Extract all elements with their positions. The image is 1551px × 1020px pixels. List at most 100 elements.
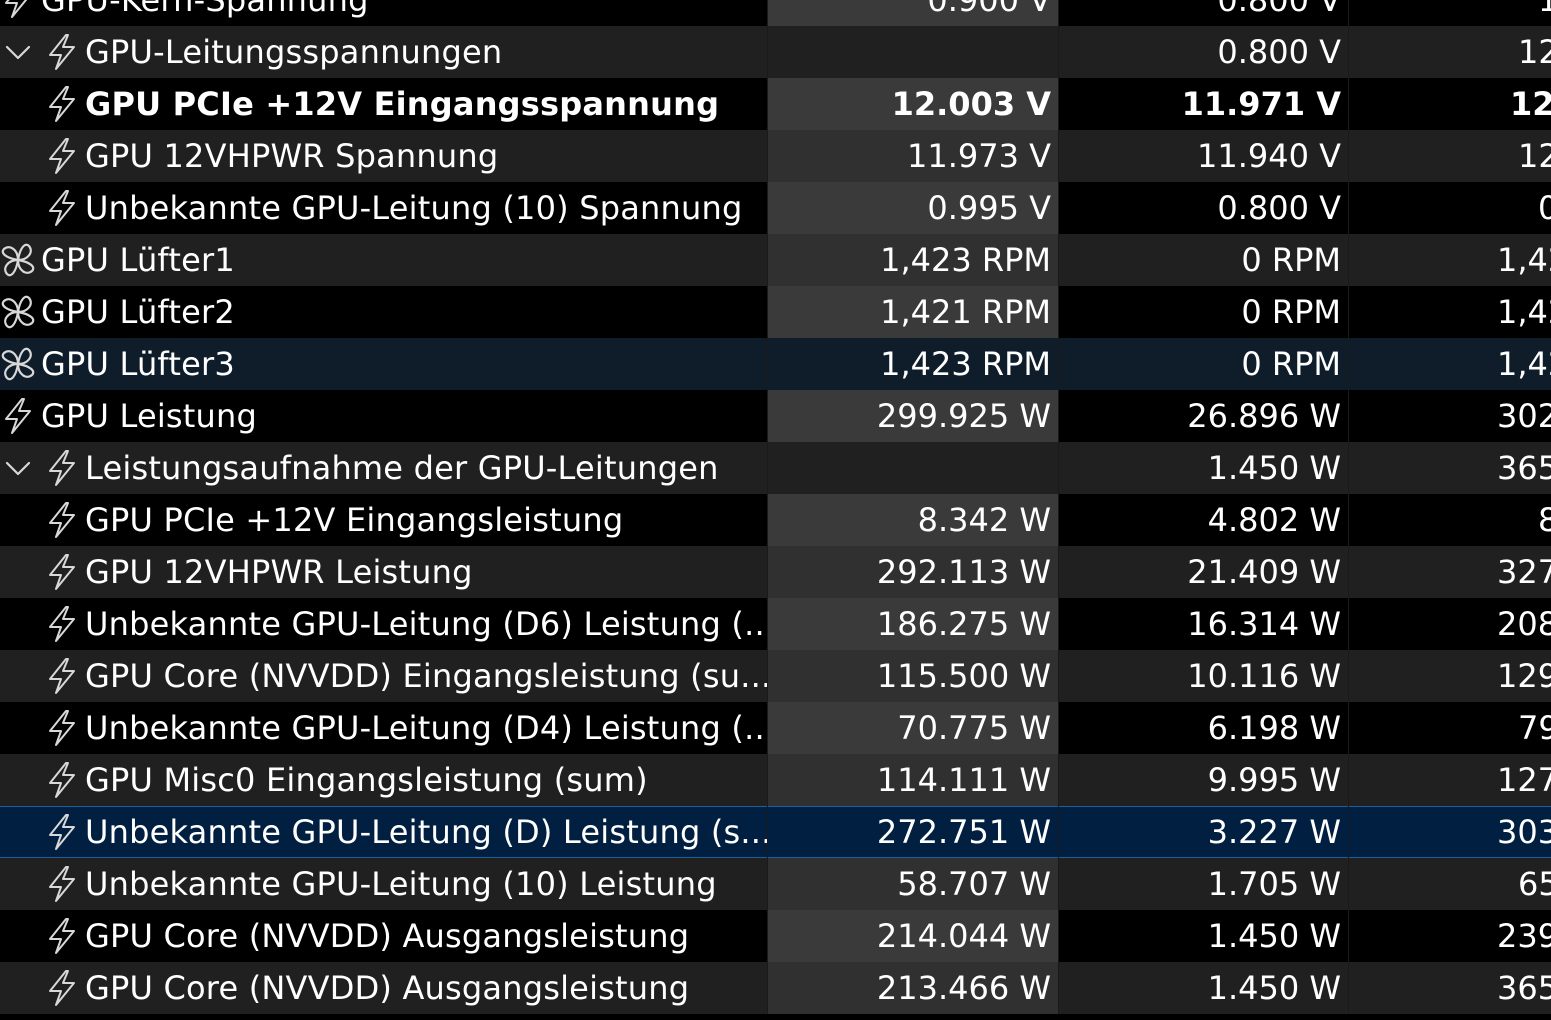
sensor-name-cell: GPU Core (NVVDD) Ausgangsleistung [0, 962, 767, 1014]
bolt-icon [42, 136, 82, 176]
sensor-row[interactable]: GPU Core (NVVDD) Eingangsleistung (su...… [0, 650, 1551, 702]
sensor-row[interactable]: GPU Lüfter3 1,423 RPM0 RPM 1,426 [0, 338, 1551, 390]
maximum-value: 12.0 [1348, 78, 1551, 130]
current-value: 115.500 W [767, 650, 1058, 702]
sensor-name-cell: GPU Lüfter1 [0, 234, 767, 286]
sensor-label: GPU-Kern-Spannung [41, 0, 369, 19]
sensor-name-cell: GPU PCIe +12V Eingangsspannung [0, 78, 767, 130]
sensor-row[interactable]: Unbekannte GPU-Leitung (D6) Leistung (..… [0, 598, 1551, 650]
sensor-row[interactable]: GPU-Kern-Spannung 0.900 V0.800 V 1.0 [0, 0, 1551, 26]
sensor-name-cell: GPU 12VHPWR Spannung [0, 130, 767, 182]
current-value: 272.751 W [767, 806, 1058, 858]
sensor-row[interactable]: GPU Leistung 299.925 W26.896 W 302.3 [0, 390, 1551, 442]
maximum-value-text: 1.0 [1538, 0, 1551, 26]
maximum-value: 12.0 [1348, 26, 1551, 78]
sensor-row[interactable]: Unbekannte GPU-Leitung (D) Leistung (s..… [0, 806, 1551, 858]
sensor-row[interactable]: GPU Lüfter2 1,421 RPM0 RPM 1,424 [0, 286, 1551, 338]
sensor-row[interactable]: GPU PCIe +12V Eingangsleistung 8.342 W 4.8… [0, 494, 1551, 546]
sensor-label: GPU Lüfter2 [41, 293, 235, 331]
maximum-value: 1,426 [1348, 338, 1551, 390]
maximum-value-text: 0.9 [1538, 182, 1551, 234]
maximum-value-text: 239.4 [1497, 917, 1551, 955]
sensor-row[interactable]: GPU PCIe +12V Eingangsspannung 12.003 V 11… [0, 78, 1551, 130]
sensor-label: GPU Leistung [41, 397, 258, 435]
minimum-value: 1.450 W [1058, 442, 1348, 494]
maximum-value: 208.2 [1348, 598, 1551, 650]
sensor-name-cell: GPU PCIe +12V Eingangsleistung [0, 494, 767, 546]
maximum-value-text: 365.7 [1497, 449, 1551, 487]
sensor-row[interactable]: Leistungsaufnahme der GPU-Leitungen 1.450… [0, 442, 1551, 494]
current-value [767, 26, 1058, 78]
maximum-value: 12.0 [1348, 130, 1551, 182]
sensor-name-cell: GPU Misc0 Eingangsleistung (sum) [0, 754, 767, 806]
current-value: 213.466 W [767, 962, 1058, 1014]
sensor-row[interactable]: GPU Core (NVVDD) Ausgangsleistung 213.466… [0, 962, 1551, 1014]
maximum-value: 65.7 [1348, 858, 1551, 910]
minimum-value: 6.198 W [1058, 702, 1348, 754]
maximum-value: 129.1 [1348, 650, 1551, 702]
sensor-row[interactable]: GPU Lüfter1 1,423 RPM0 RPM 1,424 [0, 234, 1551, 286]
current-value: 12.003 V [767, 78, 1058, 130]
maximum-value: 8.6 [1348, 494, 1551, 546]
bolt-icon [42, 552, 82, 592]
maximum-value: 365.7 [1348, 442, 1551, 494]
current-value: 70.775 W [767, 702, 1058, 754]
sensor-label: GPU Misc0 Eingangsleistung (sum) [85, 761, 648, 799]
minimum-value: 11.971 V [1058, 78, 1348, 130]
sensor-row[interactable]: GPU-Leitungsspannungen 0.800 V 12.0 [0, 26, 1551, 78]
minimum-value: 3.227 W [1058, 806, 1348, 858]
minimum-value: 9.995 W [1058, 754, 1348, 806]
maximum-value-text: 1,424 [1497, 241, 1551, 279]
maximum-value-text: 12.0 [1518, 137, 1551, 175]
sensor-row[interactable]: GPU 12VHPWR Spannung 11.973 V11.940 V 12.0 [0, 130, 1551, 182]
maximum-value: 127.5 [1348, 754, 1551, 806]
bolt-icon [0, 396, 38, 436]
sensor-name-cell: Unbekannte GPU-Leitung (10) Leistung [0, 858, 767, 910]
sensor-row[interactable]: GPU 12VHPWR Leistung 292.113 W21.409 W 327… [0, 546, 1551, 598]
maximum-value: 1.0 [1348, 0, 1551, 26]
current-value: 299.925 W [767, 390, 1058, 442]
bolt-icon [42, 604, 82, 644]
sensor-label: GPU 12VHPWR Spannung [85, 137, 499, 175]
bolt-icon [42, 864, 82, 904]
maximum-value-text: 65.7 [1518, 865, 1551, 903]
current-value: 8.342 W [767, 494, 1058, 546]
current-value: 114.111 W [767, 754, 1058, 806]
minimum-value: 0 RPM [1058, 338, 1348, 390]
sensor-name-cell: GPU Lüfter3 [0, 338, 767, 390]
minimum-value: 1.450 W [1058, 962, 1348, 1014]
sensor-row[interactable]: GPU Misc0 Eingangsleistung (sum) 114.111 … [0, 754, 1551, 806]
maximum-value-text: 127.5 [1497, 761, 1551, 799]
current-value: 0.995 V [767, 182, 1058, 234]
sensor-name-cell: GPU Lüfter2 [0, 286, 767, 338]
bolt-icon [0, 0, 38, 20]
maximum-value-text: 303.7 [1497, 813, 1551, 851]
sensor-row[interactable]: Unbekannte GPU-Leitung (10) Spannung 0.99… [0, 182, 1551, 234]
maximum-value-text: 208.2 [1497, 605, 1551, 643]
sensor-label: GPU 12VHPWR Leistung [85, 553, 473, 591]
sensor-label: Unbekannte GPU-Leitung (D4) Leistung (..… [85, 709, 767, 747]
sensor-row[interactable]: Unbekannte GPU-Leitung (D4) Leistung (..… [0, 702, 1551, 754]
sensor-row[interactable]: GPU Core (NVVDD) Ausgangsleistung 214.044… [0, 910, 1551, 962]
minimum-value: 0.800 V [1058, 0, 1348, 26]
sensor-label: GPU Lüfter3 [41, 345, 235, 383]
sensor-row[interactable]: Unbekannte GPU-Leitung (10) Leistung 58.7… [0, 858, 1551, 910]
maximum-value: 239.4 [1348, 910, 1551, 962]
sensor-name-cell: GPU Core (NVVDD) Ausgangsleistung [0, 910, 767, 962]
chevron-down-icon[interactable] [0, 442, 36, 494]
minimum-value: 0.800 V [1058, 26, 1348, 78]
fan-icon [0, 240, 38, 280]
maximum-value-text: 327.8 [1497, 553, 1551, 591]
current-value: 1,423 RPM [767, 234, 1058, 286]
minimum-value: 21.409 W [1058, 546, 1348, 598]
maximum-value: 0.9 [1348, 182, 1551, 234]
bolt-icon [42, 916, 82, 956]
chevron-down-icon[interactable] [0, 26, 36, 78]
sensor-label: GPU PCIe +12V Eingangsleistung [85, 501, 624, 539]
maximum-value-text: 8.6 [1538, 494, 1551, 546]
minimum-value: 10.116 W [1058, 650, 1348, 702]
sensor-name-cell: GPU Core (NVVDD) Eingangsleistung (su... [0, 650, 767, 702]
maximum-value: 303.7 [1348, 806, 1551, 858]
current-value [767, 442, 1058, 494]
maximum-value-text: 12.0 [1518, 33, 1551, 71]
